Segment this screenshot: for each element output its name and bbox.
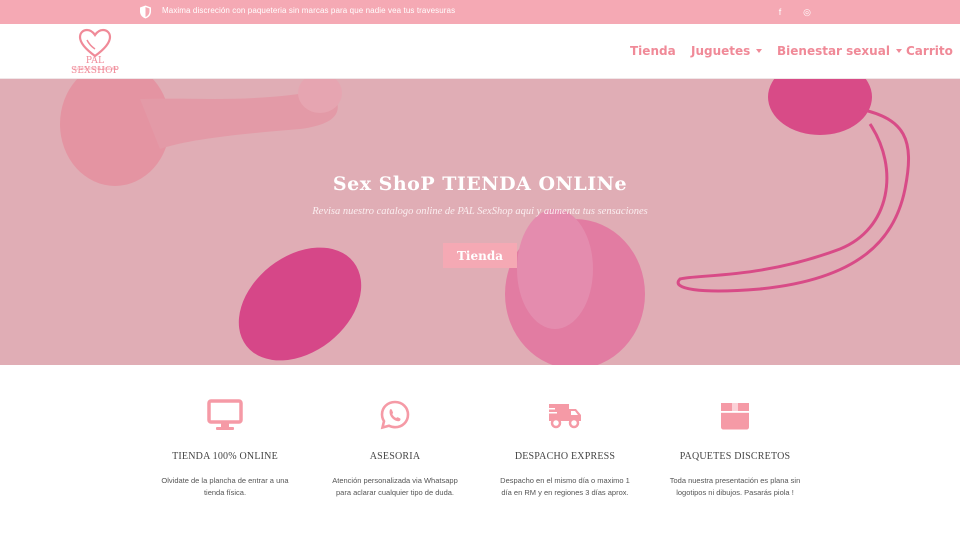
top-announcement-bar: Maxima discreción con paqueteria sin mar… <box>0 0 960 24</box>
nav-label: Tienda <box>630 44 676 58</box>
facebook-icon[interactable]: f <box>773 5 787 19</box>
instagram-icon[interactable]: ◎ <box>800 5 814 19</box>
hero-title: Sex ShoP TIENDA ONLINe <box>332 173 628 195</box>
features-section: TIENDA 100% ONLINE Olvidate de la planch… <box>0 365 960 540</box>
feature-description: Toda nuestra presentación es plana sin l… <box>669 476 801 497</box>
nav-label: Bienestar sexual <box>777 44 890 58</box>
shield-icon <box>140 5 151 19</box>
hero-tienda-button[interactable]: Tienda <box>443 243 517 268</box>
site-logo[interactable]: PAL SEXSHOP TU JUGUETERIA SEGURA <box>64 28 126 76</box>
whatsapp-icon <box>380 400 410 430</box>
feature-title: PAQUETES DISCRETOS <box>679 451 791 462</box>
chevron-down-icon <box>756 49 763 53</box>
nav-label: Juguetes <box>691 44 751 58</box>
logo-brand-name: PAL SEXSHOP <box>71 56 119 76</box>
feature-description: Despacho en el mismo día o maximo 1 día … <box>500 476 630 497</box>
feature-title: TIENDA 100% ONLINE <box>172 451 278 462</box>
feature-description: Olvidate de la plancha de entrar a una t… <box>161 476 289 497</box>
hero-subtitle: Revisa nuestro catalogo online de PAL Se… <box>312 206 648 217</box>
logo-tagline: TU JUGUETERIA SEGURA <box>73 67 117 71</box>
chevron-down-icon <box>895 49 902 53</box>
nav-juguetes[interactable]: Juguetes <box>691 44 763 58</box>
nav-carrito[interactable]: Carrito <box>906 44 953 58</box>
nav-label: Carrito <box>906 44 953 58</box>
hero-banner: Sex ShoP TIENDA ONLINe Revisa nuestro ca… <box>0 79 960 365</box>
feature-title: ASESORIA <box>369 451 421 462</box>
monitor-icon <box>207 399 243 430</box>
nav-bienestar-sexual[interactable]: Bienestar sexual <box>777 44 902 58</box>
announcement-text: Maxima discreción con paqueteria sin mar… <box>162 6 456 15</box>
box-icon <box>721 403 749 430</box>
heart-logo-icon <box>78 28 112 58</box>
truck-icon <box>547 404 581 429</box>
feature-title: DESPACHO EXPRESS <box>514 451 616 462</box>
feature-description: Atención personalizada via Whatsapp para… <box>332 476 458 497</box>
hero-overlay <box>0 79 960 365</box>
nav-tienda[interactable]: Tienda <box>630 44 676 58</box>
